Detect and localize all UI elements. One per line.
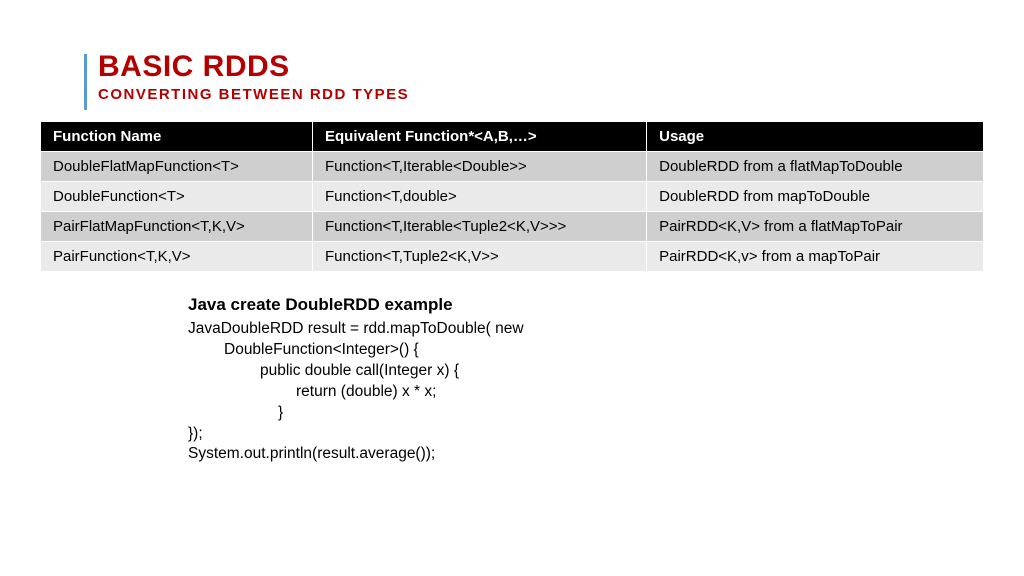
example-heading: Java create DoubleRDD example <box>188 294 984 317</box>
table-row: DoubleFunction<T> Function<T,double> Dou… <box>41 182 984 212</box>
cell: DoubleRDD from a flatMapToDouble <box>647 152 984 182</box>
cell: Function<T,double> <box>313 182 647 212</box>
table-header-row: Function Name Equivalent Function*<A,B,…… <box>41 122 984 152</box>
accent-bar <box>84 54 87 110</box>
cell: DoubleRDD from mapToDouble <box>647 182 984 212</box>
code-line: JavaDoubleRDD result = rdd.mapToDouble( … <box>188 319 984 340</box>
code-line: DoubleFunction<Integer>() { <box>188 340 984 361</box>
slide: BASIC RDDS CONVERTING BETWEEN RDD TYPES … <box>0 0 1024 576</box>
cell: DoubleFlatMapFunction<T> <box>41 152 313 182</box>
cell: PairRDD<K,V> from a flatMapToPair <box>647 212 984 242</box>
code-line: } <box>188 403 984 424</box>
code-line: }); <box>188 424 984 445</box>
cell: Function<T,Tuple2<K,V>> <box>313 242 647 272</box>
cell: DoubleFunction<T> <box>41 182 313 212</box>
code-line: System.out.println(result.average()); <box>188 444 984 465</box>
code-line: return (double) x * x; <box>188 382 984 403</box>
slide-subtitle: CONVERTING BETWEEN RDD TYPES <box>98 86 984 103</box>
col-header: Usage <box>647 122 984 152</box>
table-row: PairFunction<T,K,V> Function<T,Tuple2<K,… <box>41 242 984 272</box>
functions-table: Function Name Equivalent Function*<A,B,…… <box>40 121 984 272</box>
cell: Function<T,Iterable<Tuple2<K,V>>> <box>313 212 647 242</box>
slide-title: BASIC RDDS <box>98 50 984 84</box>
col-header: Equivalent Function*<A,B,…> <box>313 122 647 152</box>
code-example: Java create DoubleRDD example JavaDouble… <box>188 294 984 465</box>
cell: PairRDD<K,v> from a mapToPair <box>647 242 984 272</box>
table-row: PairFlatMapFunction<T,K,V> Function<T,It… <box>41 212 984 242</box>
col-header: Function Name <box>41 122 313 152</box>
code-line: public double call(Integer x) { <box>188 361 984 382</box>
cell: PairFunction<T,K,V> <box>41 242 313 272</box>
cell: Function<T,Iterable<Double>> <box>313 152 647 182</box>
cell: PairFlatMapFunction<T,K,V> <box>41 212 313 242</box>
table-row: DoubleFlatMapFunction<T> Function<T,Iter… <box>41 152 984 182</box>
